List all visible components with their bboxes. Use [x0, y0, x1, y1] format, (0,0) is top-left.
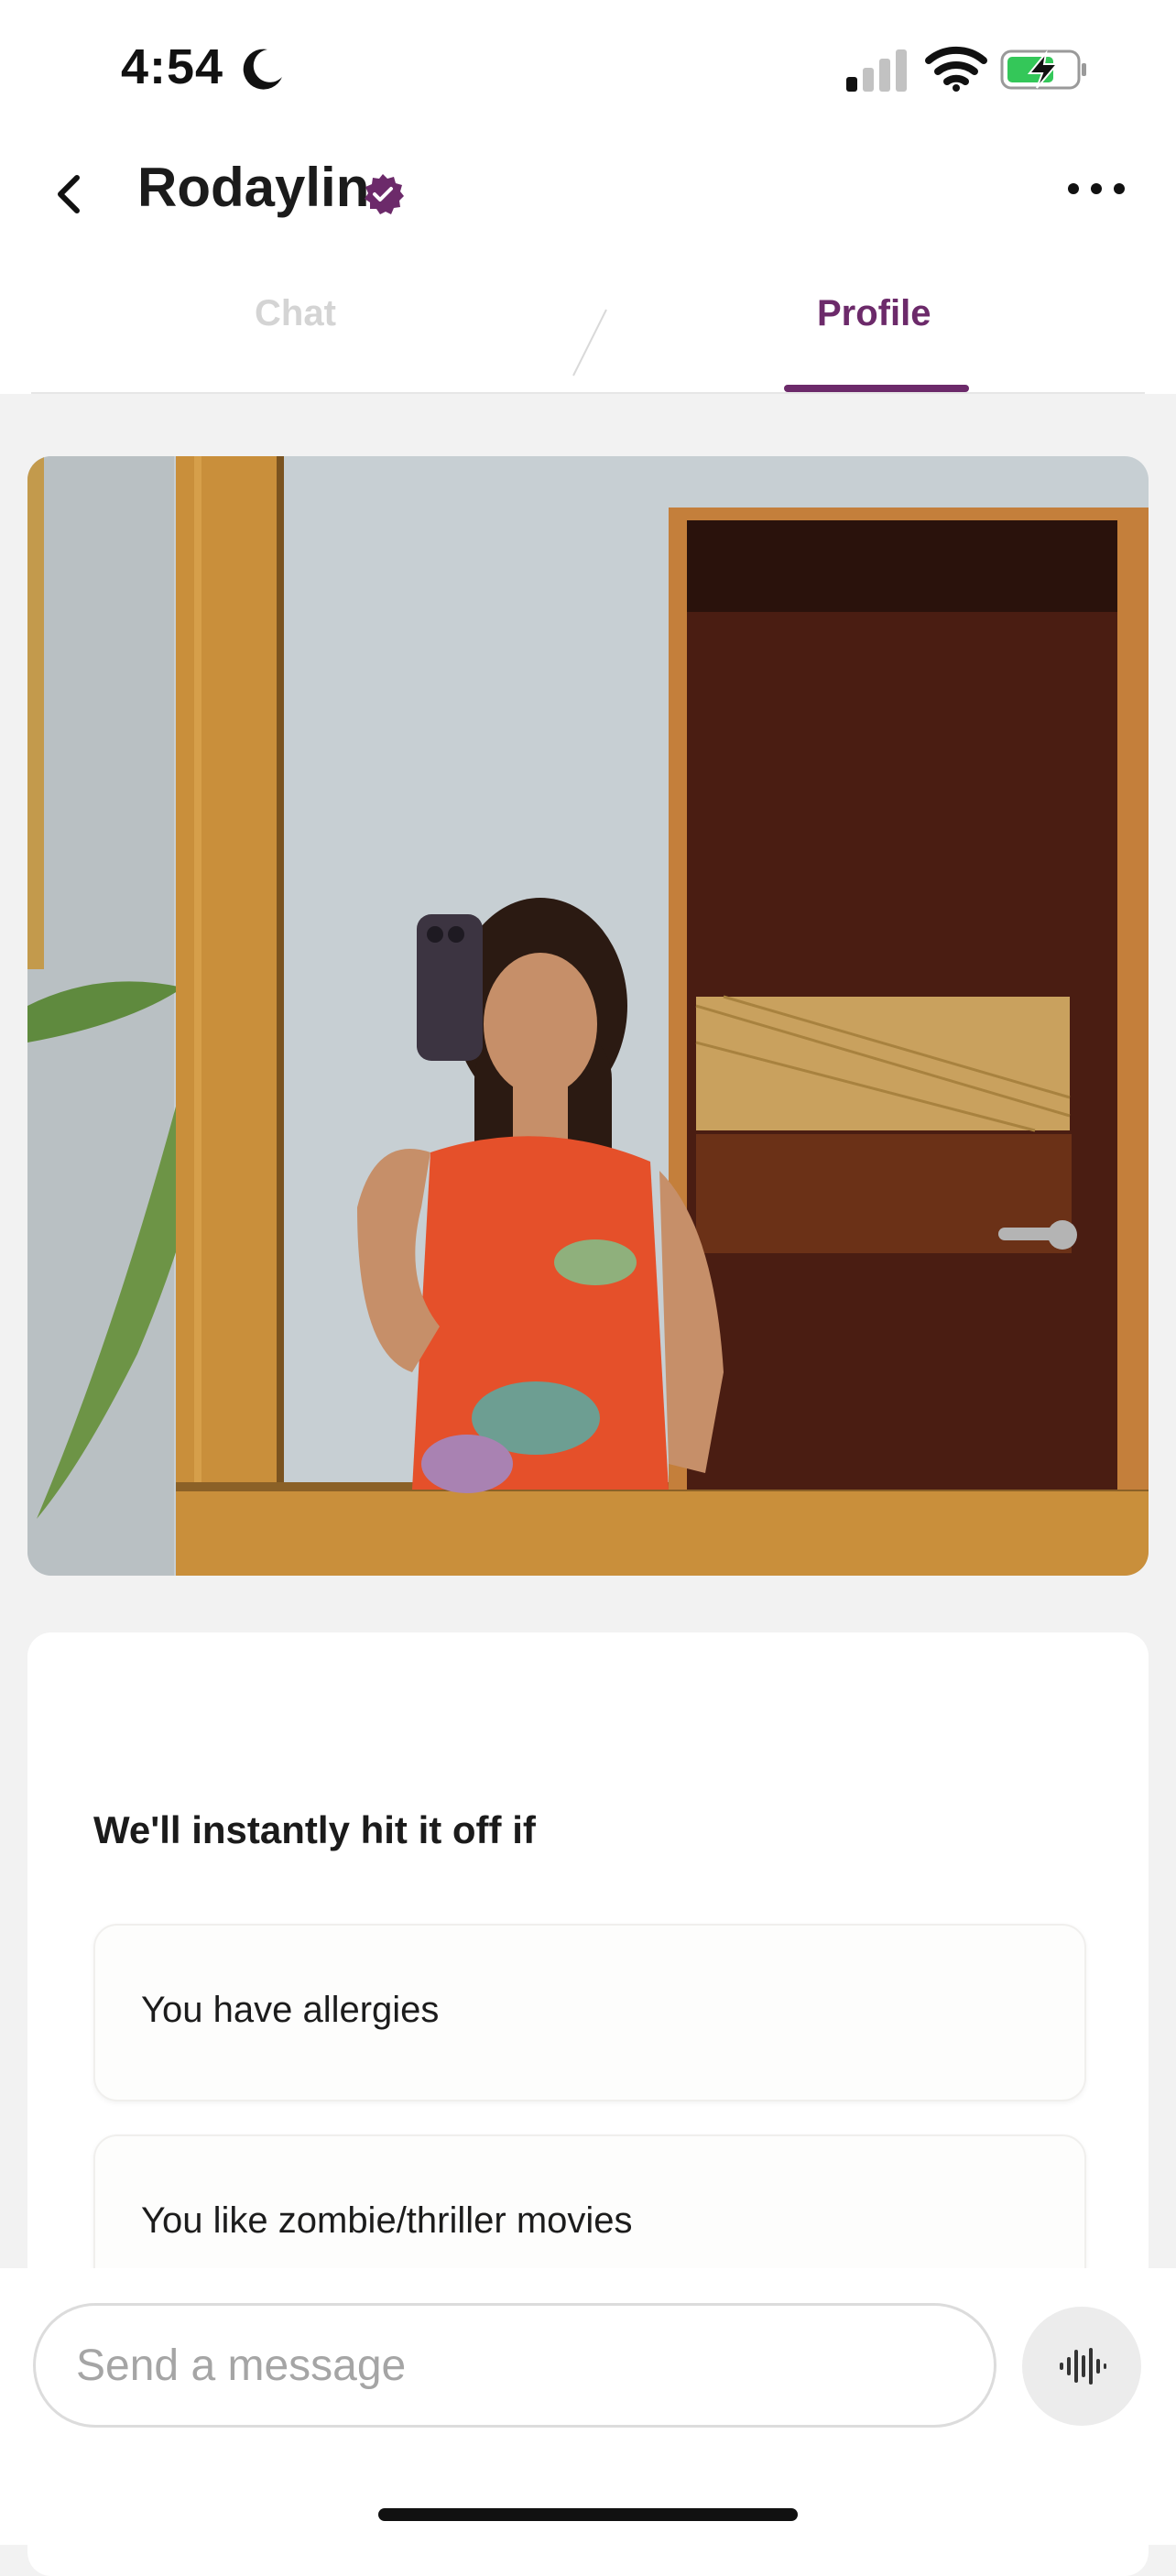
- prompt-heading: We'll instantly hit it off if: [93, 1808, 536, 1851]
- prompt-answer-text: You like zombie/thriller movies: [141, 2200, 633, 2241]
- active-tab-indicator: [784, 385, 969, 392]
- mirror-selfie-image: [27, 456, 1149, 1576]
- tab-profile[interactable]: Profile: [817, 293, 931, 334]
- tab-chat[interactable]: Chat: [255, 293, 336, 334]
- tab-divider: [31, 392, 1145, 394]
- message-input[interactable]: [33, 2303, 996, 2428]
- profile-photo[interactable]: [27, 456, 1149, 1576]
- tab-separator: [572, 309, 607, 377]
- prompt-answer-text: You have allergies: [141, 1990, 440, 2030]
- cellular-signal-icon: [846, 49, 907, 92]
- voice-waveform-icon: [1060, 2348, 1106, 2385]
- home-indicator: [378, 2508, 798, 2521]
- top-bar: 4:54 Rodaylin Chat Profile: [0, 0, 1176, 394]
- verified-badge-icon: [365, 174, 404, 214]
- more-options-icon[interactable]: [1062, 170, 1130, 207]
- back-chevron-icon[interactable]: [46, 170, 93, 218]
- moon-icon: [243, 49, 282, 90]
- match-name-title: Rodaylin: [137, 157, 370, 218]
- battery-charging-icon: [1000, 49, 1086, 90]
- prompt-answer-item[interactable]: You have allergies: [93, 1924, 1086, 2101]
- status-time: 4:54: [121, 39, 224, 94]
- wifi-icon: [925, 46, 987, 92]
- voice-message-button[interactable]: [1022, 2307, 1141, 2426]
- message-composer: [0, 2268, 1176, 2545]
